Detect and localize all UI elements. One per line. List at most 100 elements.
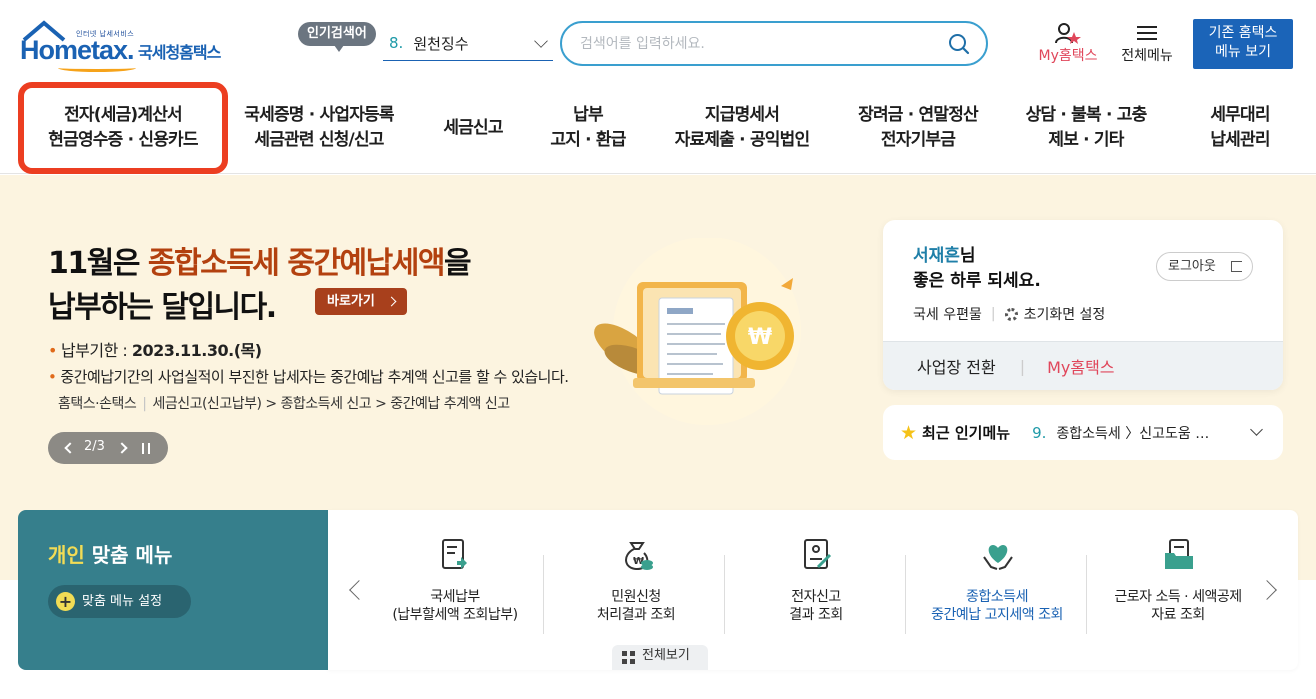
due-date-line: • 납부기한 : 2023.11.30.(목)	[48, 337, 262, 361]
quick-menu-label: 전자신고 결과 조회	[726, 588, 906, 624]
nav-tax-agent[interactable]: 세무대리 납세관리	[1176, 82, 1304, 174]
nav-label: 제보 · 기타	[1048, 130, 1124, 150]
due-date-value: 2023.11.30.(목)	[131, 341, 262, 360]
view-all-button[interactable]: 전체보기	[612, 645, 708, 670]
user-suffix: 님	[959, 246, 976, 266]
hamburger-icon	[1137, 26, 1157, 40]
user-name: 서재흔	[913, 246, 960, 266]
user-card: 서재흔님 좋은 하루 되세요. 로그아웃 국세 우편물 | 초기화면 설정 사업…	[883, 220, 1283, 390]
label-line: 결과 조회	[789, 607, 843, 623]
all-menu-button[interactable]: 전체메뉴	[1116, 22, 1178, 66]
plus-icon: +	[56, 592, 75, 611]
quick-menu-worker-deduction[interactable]: 근로자 소득 · 세액공제 자료 조회	[1088, 537, 1268, 637]
logo-swoosh	[58, 64, 136, 72]
nav-label: 납부	[573, 105, 603, 125]
popular-search-select[interactable]: 8. 원천징수	[383, 26, 553, 61]
label-line: 중간예납 고지세액 조회	[931, 607, 1063, 623]
menu-path: 홈택스·손택스 | 세금신고(신고납부) > 종합소득세 신고 > 중간예납 추계액…	[58, 396, 510, 412]
slider-prev-icon[interactable]	[64, 442, 76, 454]
old-menu-button[interactable]: 기존 홈택스 메뉴 보기	[1193, 19, 1293, 69]
user-name-line: 서재흔님	[913, 241, 976, 266]
divider	[1086, 555, 1087, 634]
custom-menu-title: 개인 맞춤 메뉴	[48, 539, 172, 568]
chevron-down-icon[interactable]	[1250, 423, 1263, 436]
nav-consult[interactable]: 상담 · 불복 · 고충제보 · 기타	[1012, 82, 1160, 174]
slider-next-icon[interactable]	[116, 442, 128, 454]
user-card-footer: 사업장 전환 | My홈택스	[883, 341, 1283, 390]
title-highlight: 개인	[48, 543, 85, 567]
quick-menu-e-filing[interactable]: 전자신고 결과 조회	[726, 537, 906, 637]
svg-text:₩: ₩	[748, 325, 772, 350]
label-line: 국세납부	[430, 589, 480, 605]
setting-label: 맞춤 메뉴 설정	[82, 594, 163, 609]
star-icon: ★	[900, 421, 918, 444]
popular-term: 원천징수	[413, 34, 469, 53]
logout-button[interactable]: 로그아웃	[1156, 252, 1253, 281]
my-hometax-link[interactable]: My홈택스	[1047, 354, 1114, 378]
label-line: 종합소득세	[966, 589, 1028, 605]
nav-label: 전자기부금	[880, 130, 956, 150]
search-input[interactable]	[580, 32, 930, 56]
path-service: 홈택스·손택스	[58, 396, 137, 412]
search-icon[interactable]	[948, 33, 970, 55]
tax-document-coin-illustration: ₩	[594, 238, 801, 425]
logout-label: 로그아웃	[1168, 259, 1216, 274]
banner-goto-button[interactable]: 바로가기	[315, 288, 407, 315]
my-hometax-label: My홈택스	[1038, 48, 1098, 64]
grid-icon	[622, 651, 635, 664]
tax-payment-icon	[442, 539, 467, 569]
label-line: 민원신청	[611, 589, 661, 605]
quick-menu-income-tax-interim[interactable]: 종합소득세중간예납 고지세액 조회	[907, 537, 1087, 637]
bullet-icon: •	[48, 341, 57, 360]
logo-name: 국세청홈택스	[138, 43, 221, 62]
old-menu-line2: 메뉴 보기	[1215, 44, 1271, 60]
user-star-icon	[1055, 23, 1081, 44]
nav-payment-statement[interactable]: 지급명세서 자료제출 · 공익법인	[660, 82, 824, 174]
nav-label: 고지 · 환급	[550, 130, 626, 150]
nav-label: 전자(세금)계산서	[64, 105, 183, 125]
popular-search-tag: 인기검색어	[298, 22, 376, 52]
logout-icon	[1231, 261, 1242, 272]
nav-e-invoice[interactable]: 전자(세금)계산서 현금영수증 · 신용카드	[18, 82, 228, 174]
recent-label: 최근 인기메뉴	[922, 424, 1011, 442]
bullet-icon: •	[48, 368, 57, 386]
nav-tax-return[interactable]: 세금신고	[420, 82, 526, 174]
nav-payment[interactable]: 납부고지 · 환급	[530, 82, 646, 174]
e-filing-icon	[804, 539, 832, 569]
slider-controls: 2/3	[48, 432, 168, 464]
old-menu-line1: 기존 홈택스	[1208, 25, 1278, 41]
nav-label: 국세증명 · 사업자등록	[244, 105, 394, 125]
hometax-logo[interactable]: 인터넷 납세서비스 Hometax. 국세청홈택스	[20, 20, 235, 72]
quick-menu-tax-payment[interactable]: 국세납부 (납부할세액 조회납부)	[365, 537, 545, 637]
view-all-label: 전체보기	[642, 648, 690, 663]
chevron-right-icon	[386, 296, 397, 307]
label-line: 처리결과 조회	[596, 607, 676, 623]
chevron-down-icon	[534, 34, 548, 48]
tax-mail-link[interactable]: 국세 우편물	[913, 304, 982, 324]
nav-label: 상담 · 불복 · 고충	[1025, 105, 1148, 125]
label-line: 자료 조회	[1151, 607, 1205, 623]
path-menu[interactable]: 세금신고(신고납부) > 종합소득세 신고 > 중간예납 추계액 신고	[152, 396, 510, 412]
recent-rank: 9.	[1032, 423, 1047, 442]
slider-pause-icon[interactable]	[142, 443, 150, 454]
recent-text: 종합소득세 〉신고도움 …	[1056, 425, 1210, 442]
home-setting-link[interactable]: 초기화면 설정	[1024, 304, 1106, 324]
nav-certificate[interactable]: 국세증명 · 사업자등록 세금관련 신청/신고	[230, 82, 408, 174]
nav-label: 지급명세서	[704, 105, 780, 125]
switch-business-link[interactable]: 사업장 전환	[917, 354, 996, 378]
banner-headline-2: 납부하는 달입니다.	[48, 290, 277, 325]
header: 인터넷 납세서비스 Hometax. 국세청홈택스 인기검색어 8. 원천징수 …	[0, 0, 1316, 90]
heart-hands-icon	[983, 545, 1013, 570]
nav-incentive[interactable]: 장려금 · 연말정산 전자기부금	[846, 82, 990, 174]
main-nav: 전자(세금)계산서 현금영수증 · 신용카드 국세증명 · 사업자등록 세금관련 신…	[0, 82, 1316, 174]
divider	[543, 555, 544, 634]
divider	[724, 555, 725, 634]
my-hometax-button[interactable]: My홈택스	[1032, 22, 1104, 66]
recent-popular-menu[interactable]: ★ 최근 인기메뉴 9. 종합소득세 〉신고도움 …	[883, 405, 1283, 460]
custom-menu-setting-button[interactable]: + 맞춤 메뉴 설정	[48, 585, 191, 618]
logo-wordmark: Hometax.	[20, 35, 135, 65]
goto-label: 바로가기	[327, 294, 375, 309]
note-text: 중간예납기간의 사업실적이 부진한 납세자는 중간예납 추계액 신고를 할 수 …	[60, 368, 569, 386]
headline-highlight: 종합소득세 중간예납세액	[147, 246, 446, 281]
quick-menu-civil-request[interactable]: ₩ 민원신청 처리결과 조회	[546, 537, 726, 637]
